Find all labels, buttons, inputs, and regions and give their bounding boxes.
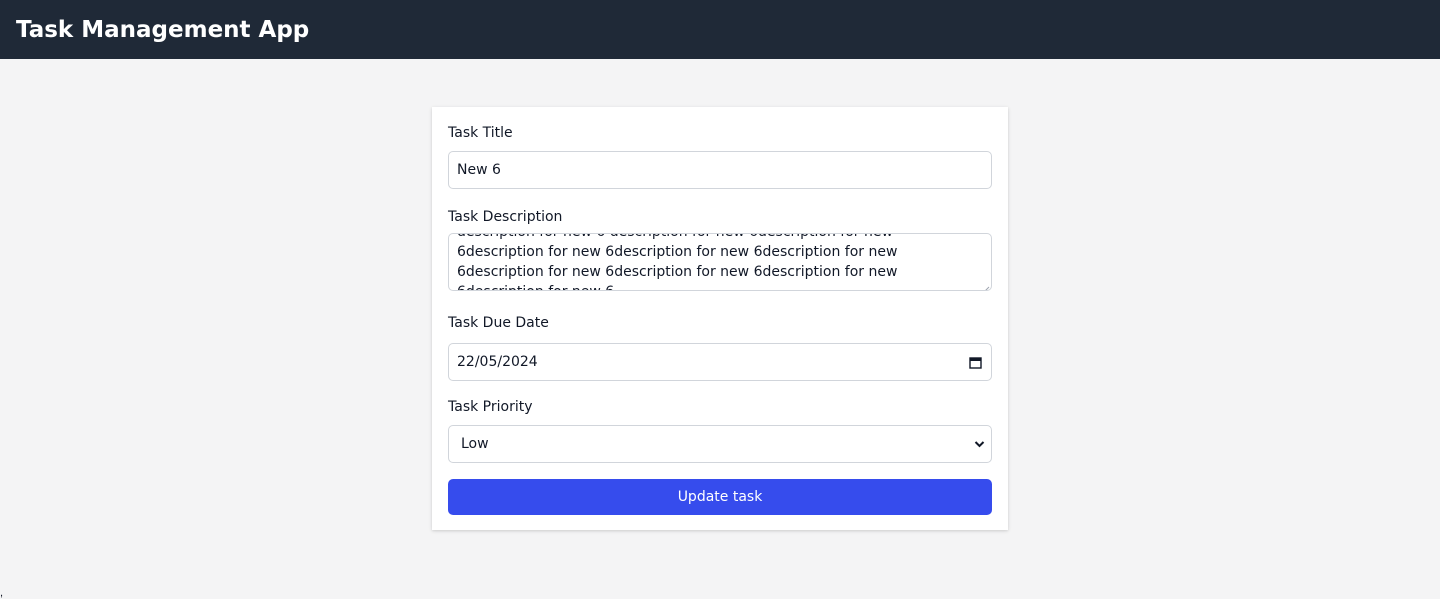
task-priority-label: Task Priority [448,399,533,415]
task-due-date-input[interactable]: 22/05/2024 [448,343,992,381]
task-priority-value: Low [461,436,489,452]
calendar-icon[interactable] [967,354,983,370]
task-title-input[interactable]: New 6 [448,151,992,189]
chevron-down-icon [973,438,985,450]
task-priority-select[interactable]: Low [448,425,992,463]
top-navbar: Task Management App [0,0,1440,59]
edit-task-form: Task Title New 6 Task Description descri… [432,107,1008,530]
stray-text: , [0,587,4,599]
task-due-date-label: Task Due Date [448,315,549,331]
task-description-value: description for new 6 description for ne… [457,234,898,290]
task-title-label: Task Title [448,125,513,141]
task-description-label: Task Description [448,209,563,225]
update-task-button[interactable]: Update task [448,479,992,515]
app-title: Task Management App [16,16,310,43]
resize-grip-icon[interactable] [981,280,990,290]
task-description-textarea[interactable]: description for new 6 description for ne… [448,233,992,291]
task-due-date-value: 22/05/2024 [457,354,538,370]
task-title-value: New 6 [457,162,501,178]
